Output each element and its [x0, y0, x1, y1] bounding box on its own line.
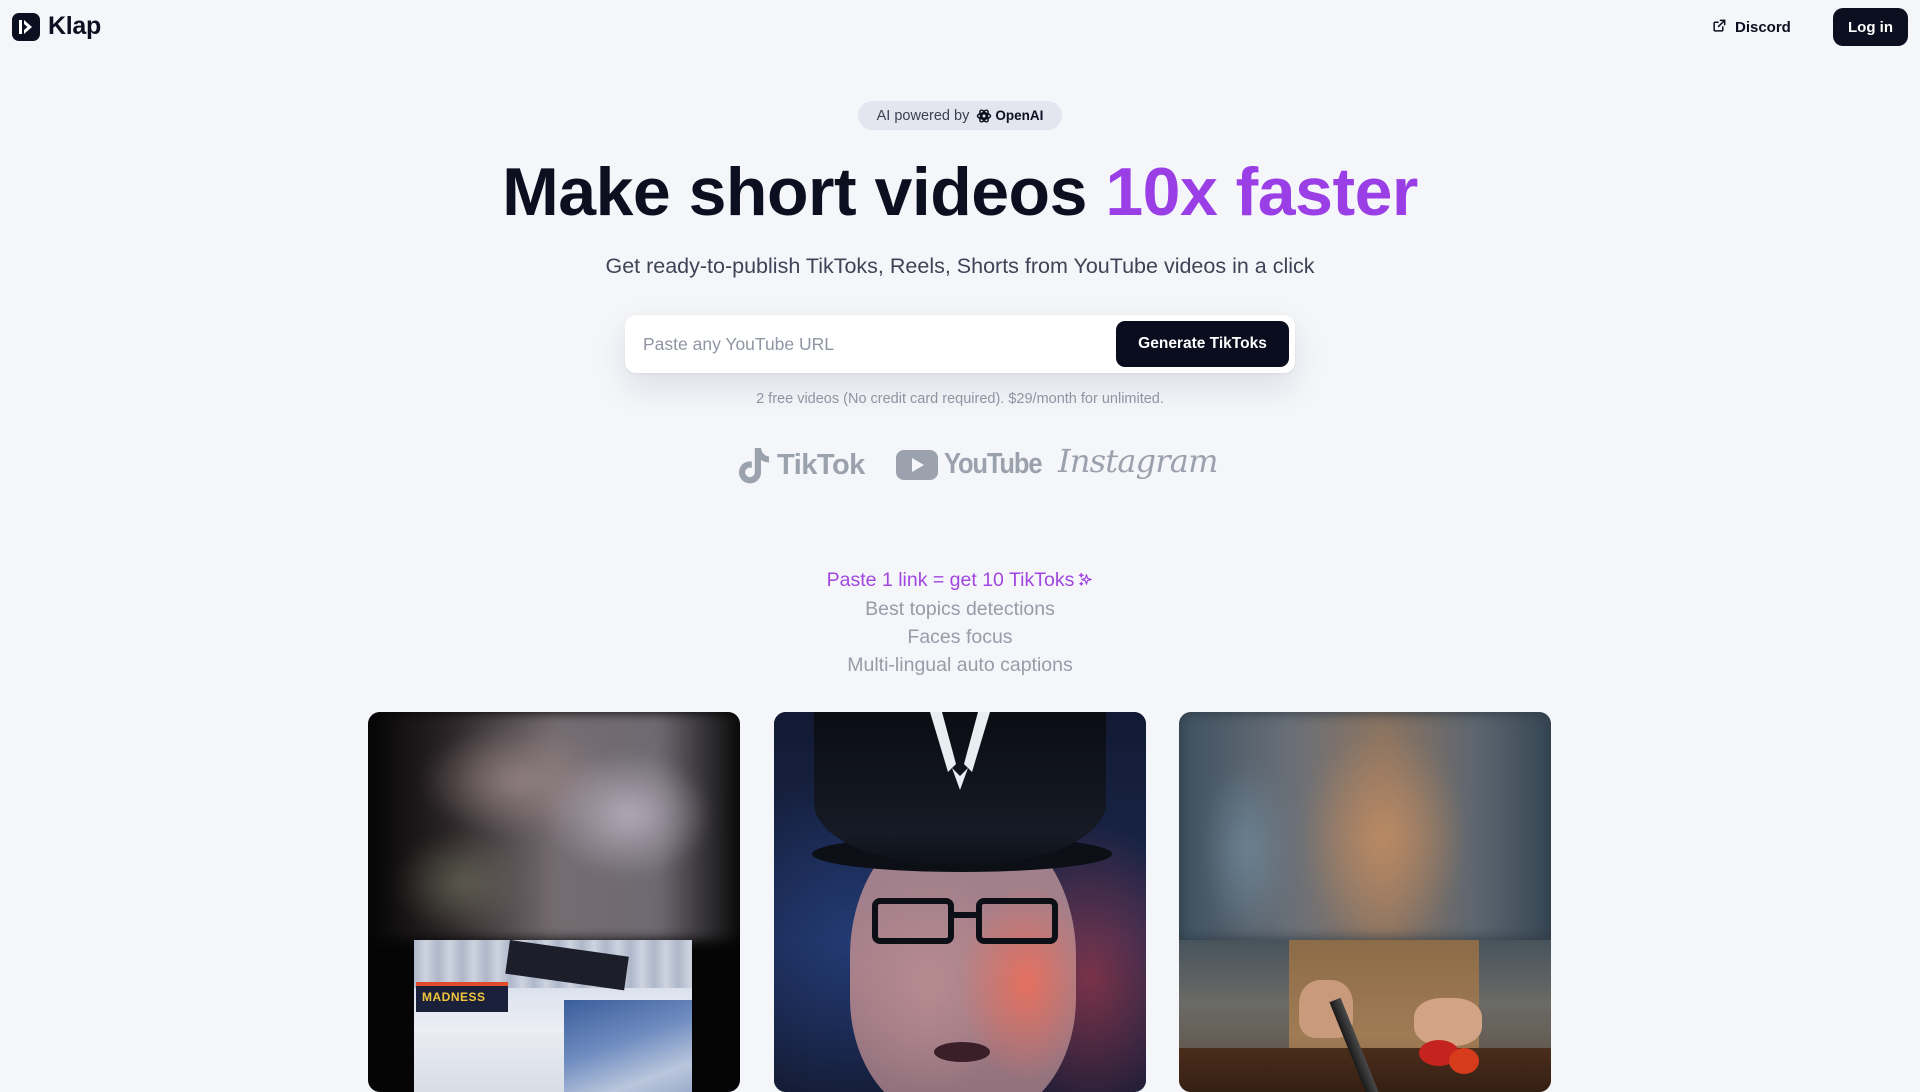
store-floor [414, 1032, 564, 1092]
brand-home-link[interactable]: Klap [12, 12, 101, 41]
store-sign-text: MADNESS [422, 990, 486, 1004]
youtube-logo: YouTube [896, 448, 1055, 481]
glasses-lens [872, 898, 954, 944]
klap-logo-icon [12, 12, 40, 41]
video-card-store-aisle[interactable]: MADNESS [368, 712, 740, 1092]
feature-item: Multi-lingual auto captions [847, 654, 1073, 676]
hand [1414, 998, 1482, 1046]
login-button[interactable]: Log in [1833, 8, 1908, 46]
youtube-url-form: Generate TikToks [625, 315, 1295, 373]
badge-prefix: AI powered by [876, 107, 970, 124]
pricing-note: 2 free videos (No credit card required).… [756, 391, 1164, 407]
glasses-lens [976, 898, 1058, 944]
blurred-video-background [1179, 712, 1551, 940]
feature-item-active: Paste 1 link = get 10 TikToks [0, 566, 1920, 595]
cap-logo-icon [930, 712, 990, 790]
discord-label: Discord [1735, 18, 1791, 36]
youtube-url-input[interactable] [625, 315, 1105, 373]
tiktok-label: TikTok [777, 448, 865, 481]
generate-tiktoks-button[interactable]: Generate TikToks [1116, 321, 1289, 367]
video-frame [1179, 940, 1551, 1092]
site-header: Klap Discord Log in [0, 0, 1920, 54]
youtube-label: YouTube [944, 448, 1043, 480]
platform-logos: TikTok YouTube Instagram [0, 442, 1920, 492]
openai-label: OpenAI [995, 108, 1044, 123]
pepper [1449, 1048, 1479, 1074]
feature-list: Paste 1 link = get 10 TikToks Best topic… [0, 566, 1920, 679]
feature-item: Faces focus [907, 626, 1013, 648]
headline-accent: 10x faster [1105, 154, 1418, 230]
ai-powered-badge: AI powered by OpenAI [858, 101, 1062, 130]
store-shelf [564, 1000, 692, 1092]
glasses-bridge [952, 912, 978, 918]
feature-label: Paste 1 link = get 10 TikToks [826, 569, 1075, 591]
store-sign: MADNESS [416, 982, 508, 1012]
tiktok-icon [739, 448, 769, 484]
instagram-wordmark: Instagram [1058, 442, 1218, 480]
brand-name: Klap [48, 12, 101, 40]
openai-icon [977, 108, 992, 123]
video-card-cooking[interactable] [1179, 712, 1551, 1092]
hero-subheadline: Get ready-to-publish TikToks, Reels, Sho… [605, 254, 1315, 278]
headline-main: Make short videos [502, 154, 1106, 230]
youtube-icon [896, 449, 938, 480]
blurred-video-background [368, 712, 740, 940]
instagram-logo: Instagram [1058, 442, 1218, 480]
tiktok-logo: TikTok [737, 446, 865, 484]
glasses [872, 898, 1062, 948]
sparkle-icon [1078, 567, 1093, 595]
video-frame: MADNESS [414, 940, 692, 1092]
mouth [934, 1042, 990, 1062]
feature-item: Best topics detections [865, 598, 1055, 620]
discord-link[interactable]: Discord [1712, 15, 1791, 39]
external-link-icon [1712, 18, 1727, 37]
video-card-man-with-cap[interactable] [774, 712, 1146, 1092]
openai-logo: OpenAI [976, 108, 1043, 124]
hero-headline: Make short videos 10x faster [0, 150, 1920, 234]
